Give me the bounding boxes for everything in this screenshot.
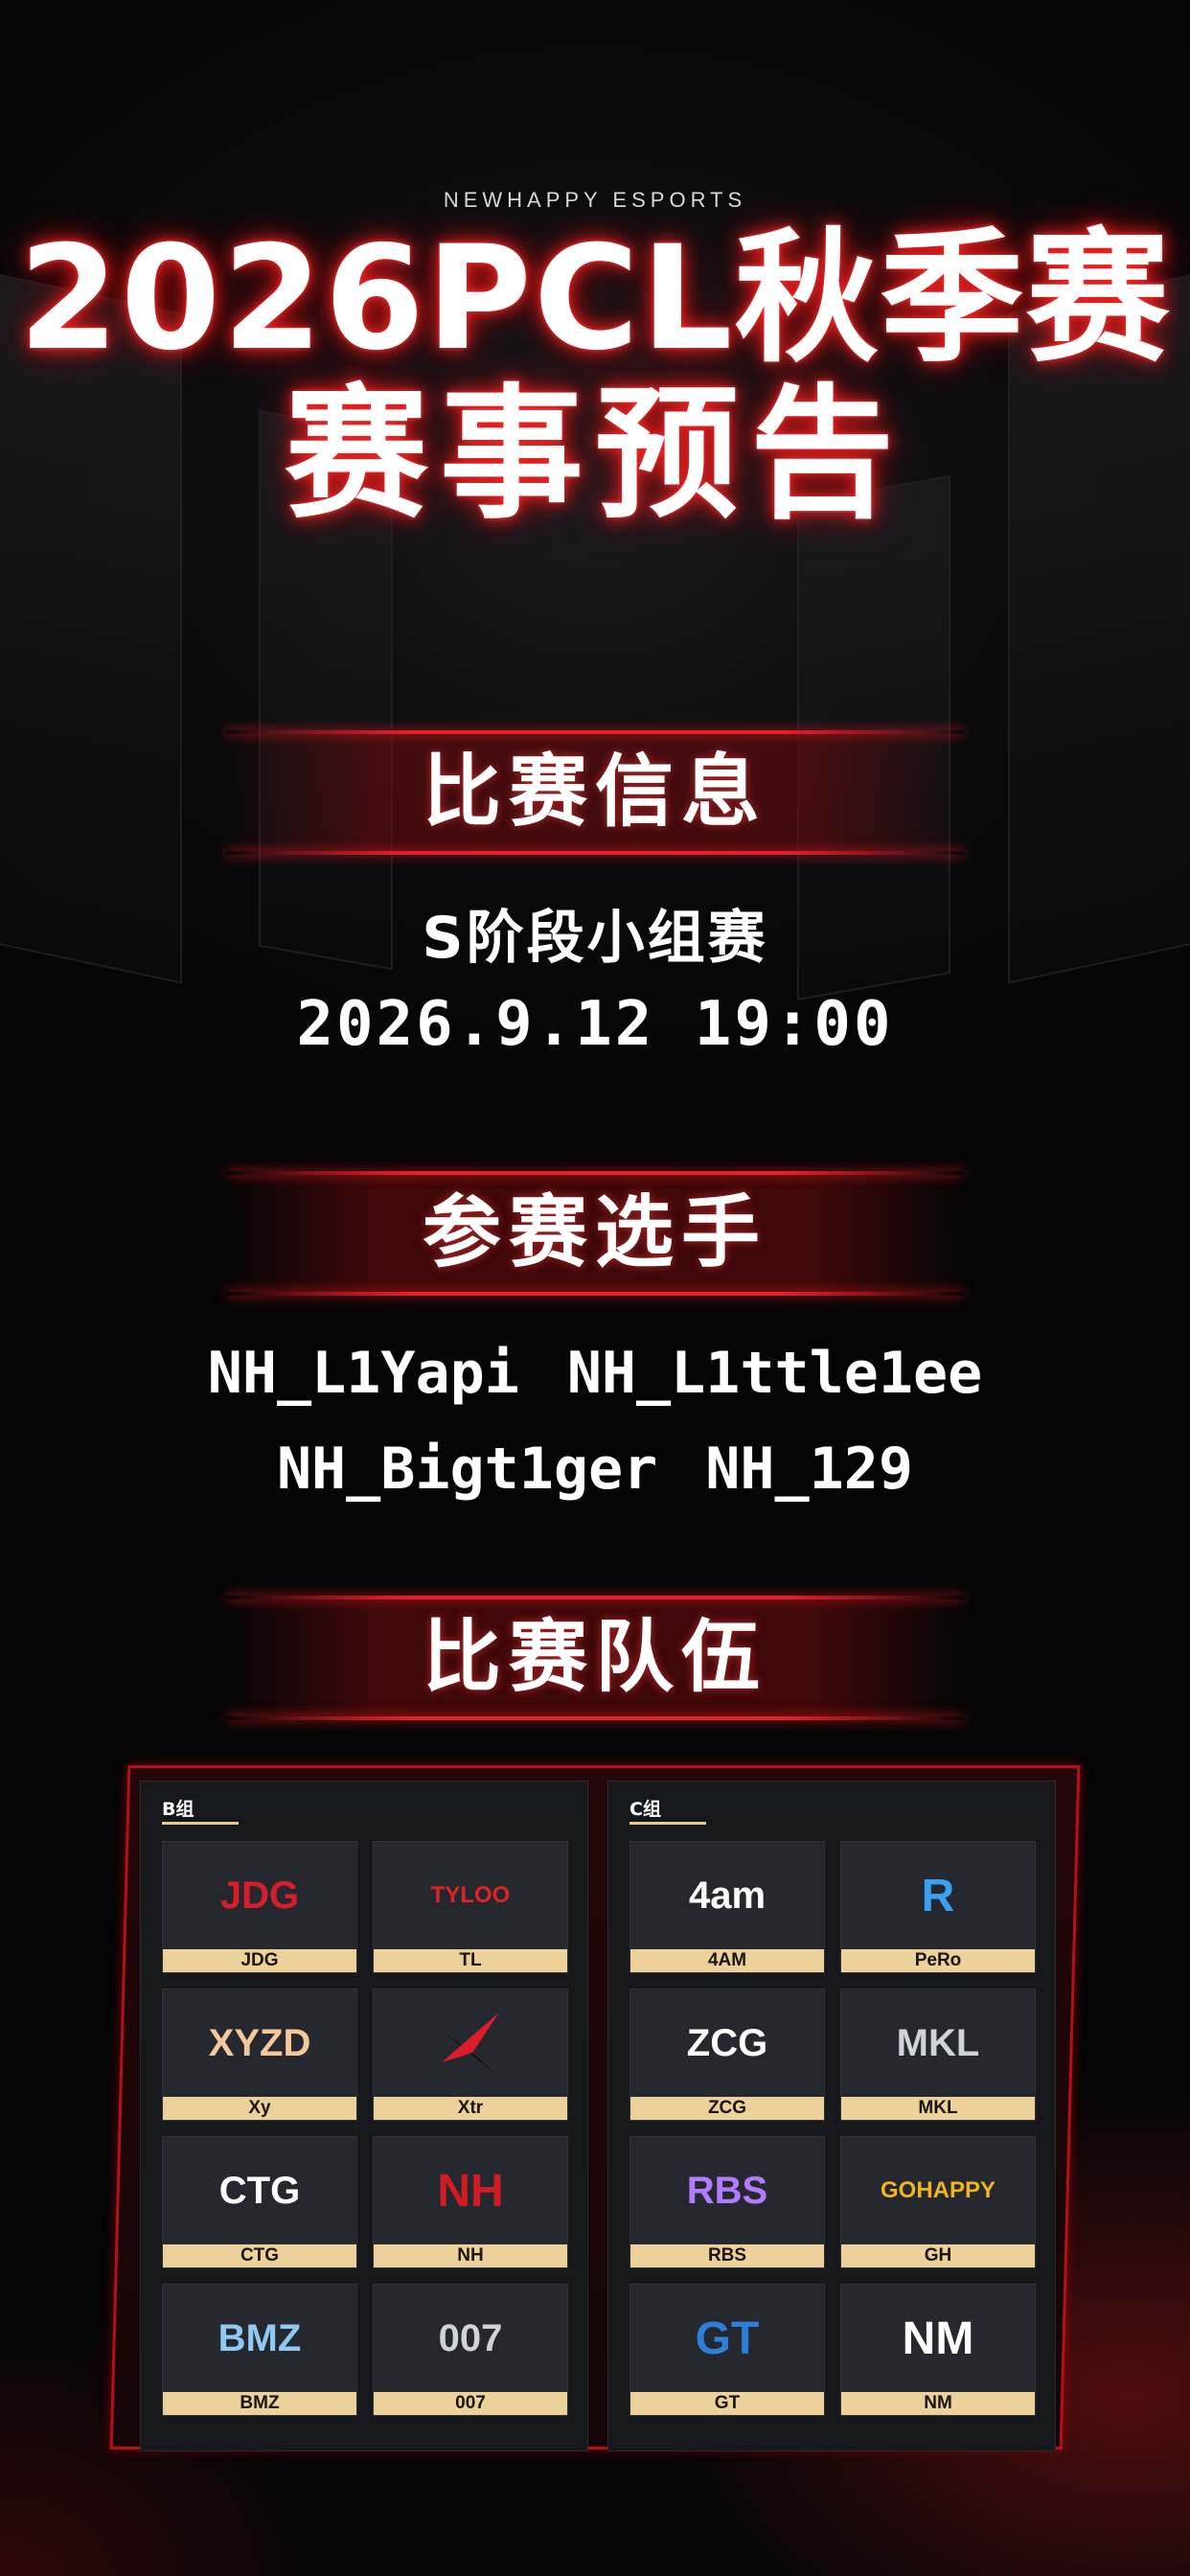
team-card-mkl: MKL MKL: [840, 1989, 1036, 2121]
team-logo: RBS: [630, 2137, 824, 2244]
team-logo-text: NH: [437, 2165, 504, 2217]
brand-text: NEWHAPPY ESPORTS: [443, 188, 747, 212]
team-name-label: NH: [374, 2244, 567, 2267]
team-logo-text: 007: [438, 2316, 503, 2359]
team-card-bmz: BMZ BMZ: [162, 2284, 357, 2416]
team-logo: XYZD: [163, 1990, 356, 2097]
team-name-label: PeRo: [841, 1949, 1035, 1972]
team-logo-text: JDG: [219, 1874, 300, 1917]
team-name-label: RBS: [630, 2244, 824, 2267]
team-logo-text: NM: [902, 2312, 974, 2364]
team-name-label: 4AM: [630, 1949, 824, 1972]
team-name-label: BMZ: [163, 2392, 356, 2415]
team-card-gt: GT GT: [629, 2284, 825, 2416]
team-logo-text: 4am: [688, 1874, 767, 1917]
team-name-label: GT: [630, 2392, 824, 2415]
player-name: NH_129: [705, 1436, 914, 1503]
team-name-label: CTG: [163, 2244, 356, 2267]
team-card-ctg: CTG CTG: [162, 2136, 357, 2268]
group-label: C组: [629, 1799, 661, 1820]
player-name: NH_L1Yapi: [207, 1340, 519, 1407]
team-card-nm: NM NM: [840, 2284, 1036, 2416]
team-logo-text: TYLOO: [430, 1882, 511, 1908]
match-datetime: 2026.9.12 19:00: [296, 989, 894, 1060]
team-name-label: TL: [374, 1949, 567, 1972]
section-title: 比赛队伍: [422, 1612, 767, 1703]
poster: NEWHAPPY ESPORTS 2026PCL秋季赛 赛事预告 比赛信息 S阶…: [0, 0, 1190, 2576]
team-logo: NM: [841, 2285, 1035, 2392]
team-name-label: Xtr: [374, 2097, 567, 2120]
team-logo-text: CTG: [218, 2169, 301, 2212]
match-stage: S阶段小组赛: [422, 905, 768, 972]
team-card-tl: TYLOO TL: [373, 1841, 568, 1973]
team-logo-text: ZCG: [686, 2021, 768, 2064]
players-row-2: NH_Bigt1ger NH_129: [0, 1436, 1190, 1503]
x-mark-icon: [442, 2012, 499, 2074]
player-name: NH_L1ttle1ee: [566, 1340, 983, 1407]
team-card-jdg: JDG JDG: [162, 1841, 357, 1973]
section-header-players: 参赛选手: [226, 1171, 964, 1296]
team-logo: JDG: [163, 1842, 356, 1949]
group-underline: [162, 1822, 239, 1825]
section-header-match-info: 比赛信息: [226, 730, 964, 855]
group-underline: [629, 1822, 706, 1825]
team-card-pero: R PeRo: [840, 1841, 1036, 1973]
team-logo-text: GT: [695, 2312, 760, 2364]
team-card-007: 007 007: [373, 2284, 568, 2416]
team-logo: TYLOO: [374, 1842, 567, 1949]
team-logo-text: RBS: [686, 2169, 768, 2212]
team-logo-text: MKL: [896, 2021, 980, 2064]
team-name-label: JDG: [163, 1949, 356, 1972]
team-logo: ZCG: [630, 1990, 824, 2097]
team-name-label: ZCG: [630, 2097, 824, 2120]
team-grid: JDG JDG TYLOO TL XYZD Xy Xtr CTG CTG NH NH BMZ BMZ 00…: [162, 1841, 568, 2416]
group-b: B组 JDG JDG TYLOO TL XYZD Xy Xtr CTG CTG NH NH BMZ BM…: [140, 1781, 588, 2451]
team-logo: 4am: [630, 1842, 824, 1949]
team-logo: CTG: [163, 2137, 356, 2244]
team-name-label: MKL: [841, 2097, 1035, 2120]
team-logo-text: BMZ: [217, 2316, 302, 2359]
team-logo-text: XYZD: [208, 2021, 311, 2064]
team-card-xy: XYZD Xy: [162, 1989, 357, 2121]
title-line-2: 赛事预告: [284, 372, 905, 539]
group-label: B组: [162, 1799, 195, 1820]
team-name-label: GH: [841, 2244, 1035, 2267]
team-name-label: 007: [374, 2392, 567, 2415]
team-card-gh: GOHAPPY GH: [840, 2136, 1036, 2268]
section-title: 比赛信息: [422, 747, 767, 838]
team-logo: MKL: [841, 1990, 1035, 2097]
team-logo: NH: [374, 2137, 567, 2244]
team-card-zcg: ZCG ZCG: [629, 1989, 825, 2121]
group-c: C组 4am 4AM R PeRo ZCG ZCG MKL MKL RBS RBS GOHAPPY G…: [607, 1781, 1056, 2451]
section-title: 参赛选手: [422, 1187, 767, 1278]
team-logo: [374, 1990, 567, 2097]
section-header-teams: 比赛队伍: [226, 1596, 964, 1720]
team-logo: BMZ: [163, 2285, 356, 2392]
player-name: NH_Bigt1ger: [276, 1436, 658, 1503]
team-logo-text: R: [921, 1870, 955, 1921]
team-logo: R: [841, 1842, 1035, 1949]
team-grid: 4am 4AM R PeRo ZCG ZCG MKL MKL RBS RBS GOHAPPY GH GT…: [629, 1841, 1036, 2416]
team-card-xtr: Xtr: [373, 1989, 568, 2121]
team-name-label: Xy: [163, 2097, 356, 2120]
team-card-4am: 4am 4AM: [629, 1841, 825, 1973]
team-card-nh: NH NH: [373, 2136, 568, 2268]
title-line-1: 2026PCL秋季赛: [18, 216, 1172, 382]
team-logo-text: GOHAPPY: [880, 2177, 996, 2203]
team-name-label: NM: [841, 2392, 1035, 2415]
team-logo: 007: [374, 2285, 567, 2392]
team-logo: GT: [630, 2285, 824, 2392]
team-card-rbs: RBS RBS: [629, 2136, 825, 2268]
team-logo: GOHAPPY: [841, 2137, 1035, 2244]
players-row-1: NH_L1Yapi NH_L1ttle1ee: [0, 1340, 1190, 1407]
